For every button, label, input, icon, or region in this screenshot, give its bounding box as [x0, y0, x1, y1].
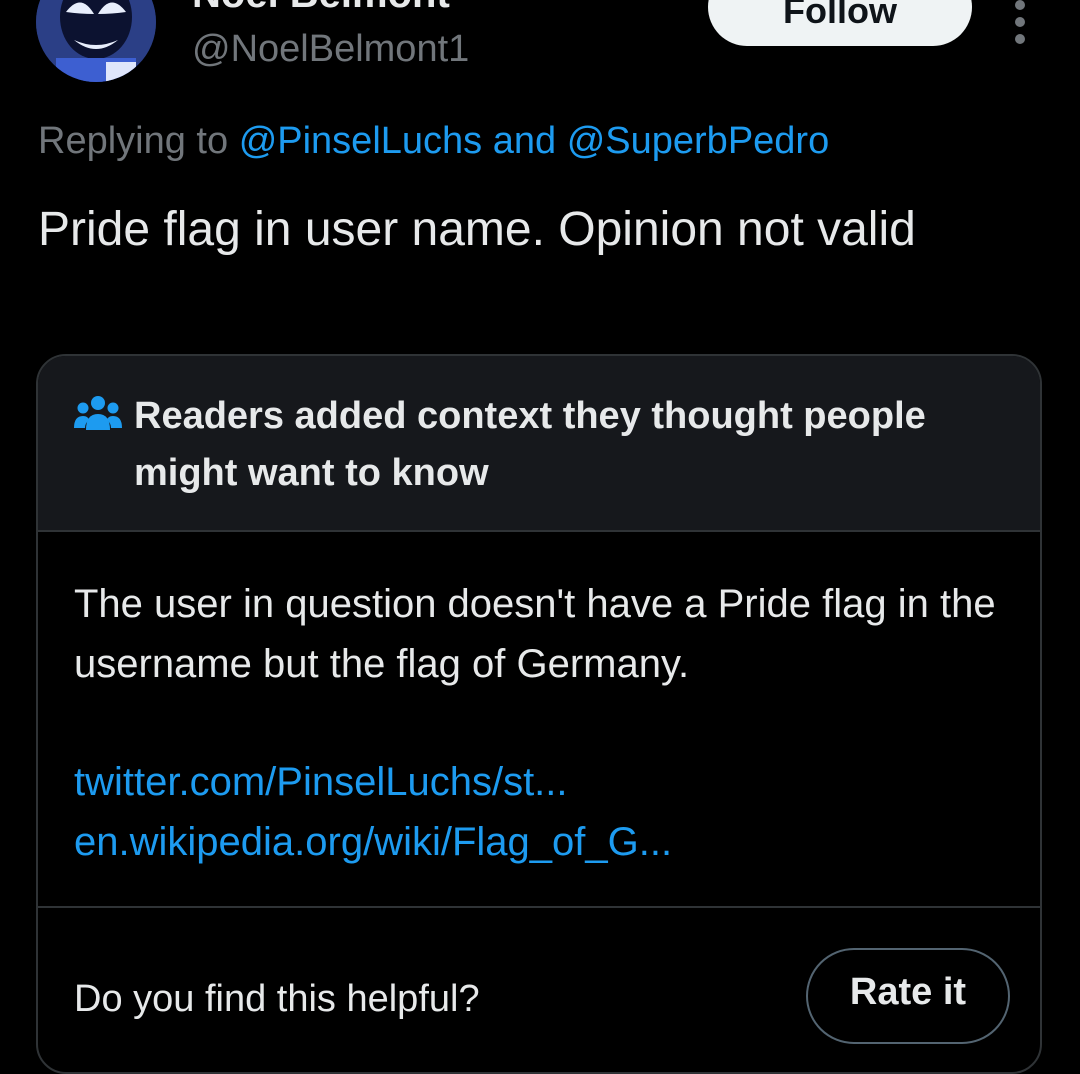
author-avatar[interactable]	[36, 0, 156, 82]
source-link-wikipedia[interactable]: en.wikipedia.org/wiki/Flag_of_G...	[74, 812, 1014, 872]
helpful-question: Do you find this helpful?	[74, 978, 480, 1020]
source-link-twitter[interactable]: twitter.com/PinselLuchs/st...	[74, 752, 1014, 812]
more-dots-icon[interactable]	[1008, 0, 1032, 44]
community-note-sources: twitter.com/PinselLuchs/st... en.wikiped…	[74, 752, 1014, 872]
avatar-venom-image	[36, 0, 156, 82]
community-note-card: Readers added context they thought peopl…	[36, 354, 1042, 1074]
mention-joiner[interactable]: and	[493, 120, 556, 162]
community-note-title: Readers added context they thought peopl…	[134, 395, 926, 494]
mention-pinselluchs[interactable]: @PinselLuchs	[239, 120, 482, 162]
reply-prefix: Replying to	[38, 120, 229, 162]
people-icon	[74, 396, 122, 430]
community-note-body: The user in question doesn't have a Prid…	[74, 582, 996, 686]
follow-button[interactable]: Follow	[708, 0, 972, 46]
author-handle[interactable]: @NoelBelmont1	[192, 26, 469, 72]
tweet-text: Pride flag in user name. Opinion not val…	[38, 203, 916, 256]
rate-it-button[interactable]: Rate it	[806, 948, 1010, 1044]
author-display-name[interactable]: Noel Belmont	[192, 0, 450, 18]
note-divider	[38, 906, 1040, 908]
mention-superbpedro[interactable]: @SuperbPedro	[567, 120, 830, 162]
community-note-header: Readers added context they thought peopl…	[38, 356, 1040, 532]
reply-context: Replying to @PinselLuchs and @SuperbPedr…	[38, 116, 829, 166]
